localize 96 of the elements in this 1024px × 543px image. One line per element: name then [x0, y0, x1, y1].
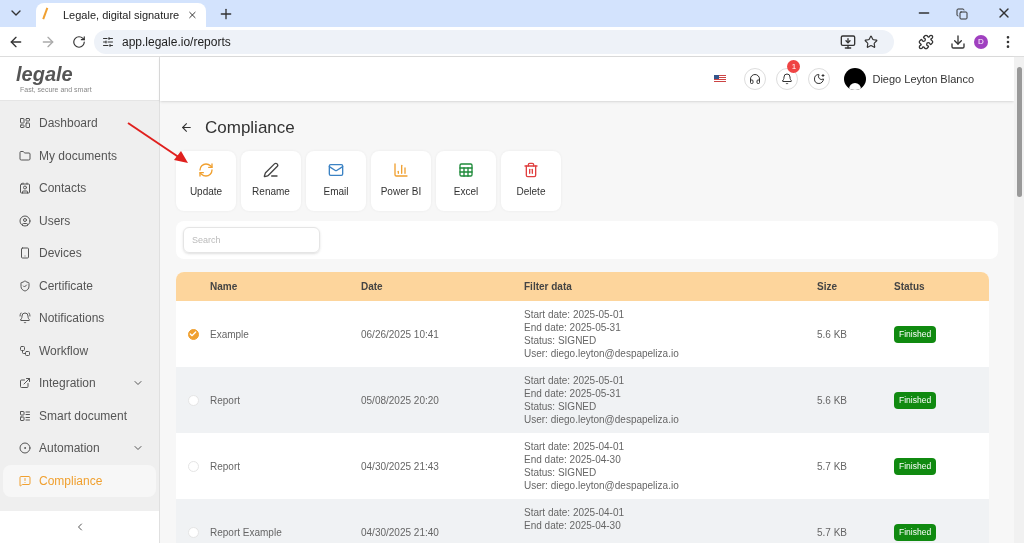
dashboard-icon	[19, 117, 31, 130]
external-link-icon	[19, 377, 31, 390]
filter-line: Start date: 2025-04-01	[524, 440, 625, 454]
column-header: Date	[361, 280, 383, 295]
new-tab-icon[interactable]	[218, 6, 234, 22]
sidebar-item[interactable]: Notifications	[3, 302, 156, 335]
url-text: app.legale.io/reports	[122, 33, 232, 51]
filter-line: User: diego.leyton@despapeliza.io	[524, 347, 679, 361]
flag-icon[interactable]	[714, 75, 727, 83]
install-icon[interactable]	[840, 33, 856, 50]
sidebar-item[interactable]: My documents	[3, 139, 156, 172]
avatar-icon[interactable]	[844, 68, 867, 90]
column-header: Status	[894, 280, 925, 295]
sidebar-item[interactable]: Users	[3, 204, 156, 237]
address-bar[interactable]: app.legale.io/reports	[94, 29, 894, 54]
status-badge: Finished	[894, 391, 937, 409]
table-cell-text: Example	[210, 327, 249, 342]
mail-icon	[328, 162, 344, 178]
bar-chart-icon	[393, 162, 409, 178]
notification-badge: 1	[787, 60, 801, 73]
sidebar-item[interactable]: Smart document	[3, 399, 156, 432]
action-button[interactable]: Rename	[241, 150, 301, 211]
restore-icon[interactable]	[956, 8, 968, 20]
filter-line: Status: SIGNED	[524, 400, 597, 414]
column-header: Name	[210, 280, 238, 295]
filter-line: Start date: 2025-05-01	[524, 308, 625, 322]
action-button[interactable]: Update	[176, 150, 236, 211]
table-cell-text: 04/30/2025 21:40	[361, 525, 439, 540]
refresh-icon	[198, 162, 214, 178]
filter-line: End date: 2025-05-31	[524, 387, 621, 401]
status-badge: Finished	[894, 457, 937, 475]
column-header: Filter data	[524, 280, 572, 295]
trash-icon	[523, 162, 539, 178]
user-icon	[19, 214, 31, 227]
action-button[interactable]: Excel	[436, 150, 496, 211]
moon-icon	[813, 73, 826, 85]
contact-card-icon	[19, 182, 31, 195]
user-name[interactable]: Diego Leyton Blanco	[872, 70, 974, 88]
reload-icon[interactable]	[72, 34, 86, 49]
sidebar-item[interactable]: Automation	[3, 432, 156, 465]
table-cell-text: 04/30/2025 21:43	[361, 459, 439, 474]
site-settings-icon[interactable]	[102, 35, 114, 48]
shield-icon	[19, 279, 31, 292]
sidebar-item[interactable]: Contacts	[3, 172, 156, 205]
row-checkbox[interactable]	[187, 328, 199, 340]
headset-icon	[749, 73, 762, 85]
back-icon[interactable]	[180, 121, 193, 135]
pen-icon	[263, 162, 279, 178]
table-cell-text: Report	[210, 459, 240, 474]
table-cell-text: 5.6 KB	[817, 327, 848, 342]
sidebar-item[interactable]: Devices	[3, 237, 156, 270]
sidebar-item[interactable]: Integration	[3, 367, 156, 400]
sidebar-item[interactable]: Dashboard	[3, 107, 156, 140]
logo: legale	[16, 64, 73, 84]
column-header: Size	[817, 280, 837, 295]
folder-icon	[19, 149, 31, 162]
status-badge: Finished	[894, 325, 937, 343]
browser-tab[interactable]: Legale, digital signature	[36, 3, 206, 27]
bell-icon	[19, 312, 31, 325]
table-cell-text: 5.7 KB	[817, 525, 848, 540]
table-cell-text: 06/26/2025 10:41	[361, 327, 439, 342]
spreadsheet-icon	[458, 162, 474, 178]
filter-line: End date: 2025-04-30	[524, 519, 621, 533]
action-button[interactable]: Delete	[501, 150, 561, 211]
sidebar-item[interactable]: Workflow	[3, 334, 156, 367]
table-cell-text: 5.7 KB	[817, 459, 848, 474]
sidebar-item[interactable]: Certificate	[3, 269, 156, 302]
profile-avatar[interactable]: D	[974, 34, 988, 49]
star-icon[interactable]	[864, 34, 878, 49]
page-title: Compliance	[205, 117, 295, 139]
filter-line: Start date: 2025-05-01	[524, 374, 625, 388]
scrollbar[interactable]	[1014, 57, 1024, 543]
action-button[interactable]: Power BI	[371, 150, 431, 211]
filter-line: Status: SIGNED	[524, 334, 597, 348]
filter-line: User: diego.leyton@despapeliza.io	[524, 413, 679, 427]
table-cell-text: Report	[210, 393, 240, 408]
arrow-annotation	[126, 121, 190, 165]
phone-icon	[19, 247, 31, 260]
filter-line: End date: 2025-04-30	[524, 453, 621, 467]
tab-title: Legale, digital signature	[63, 7, 180, 23]
message-alert-icon	[19, 474, 31, 487]
search-field[interactable]: Search	[183, 226, 320, 253]
list-icon	[19, 409, 31, 422]
filter-line: Start date: 2025-04-01	[524, 506, 625, 520]
status-badge: Finished	[894, 523, 937, 541]
action-button[interactable]: Email	[306, 150, 366, 211]
table-cell-text: Report Example	[210, 525, 282, 540]
bell-icon	[781, 73, 794, 85]
extensions-icon[interactable]	[918, 33, 934, 50]
filter-line: Status: SIGNED	[524, 466, 597, 480]
table-cell-text: 5.6 KB	[817, 393, 848, 408]
download-icon[interactable]	[950, 33, 966, 50]
table-cell-text: 05/08/2025 20:20	[361, 393, 439, 408]
filter-line: End date: 2025-05-31	[524, 321, 621, 335]
filter-line: User: diego.leyton@despapeliza.io	[524, 479, 679, 493]
workflow-icon	[19, 344, 31, 357]
